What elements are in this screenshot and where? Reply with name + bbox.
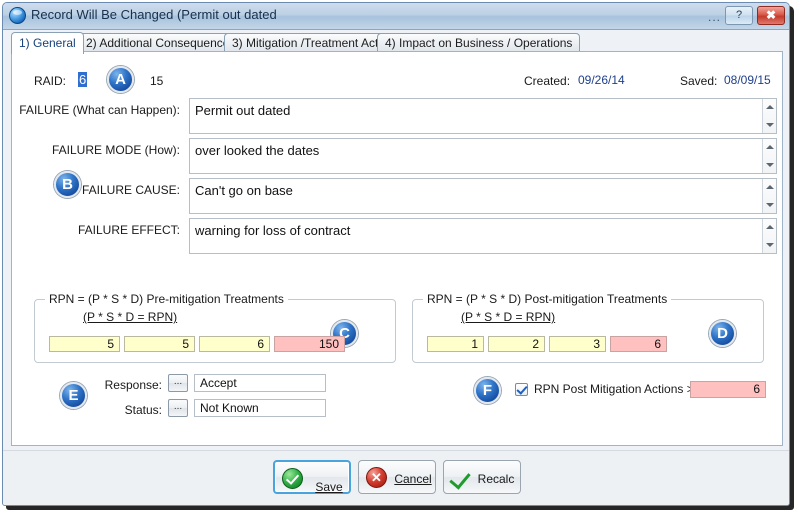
general-tab-panel: RAID: 6 A 15 Created: 09/26/14 Saved: 08…	[11, 51, 783, 446]
failure-value: Permit out dated	[195, 103, 290, 118]
status-input[interactable]: Not Known	[194, 399, 326, 417]
failure-spinner[interactable]	[762, 99, 776, 133]
failure-input[interactable]: Permit out dated	[189, 98, 777, 134]
failure-mode-value: over looked the dates	[195, 143, 319, 158]
pre-mitigation-p-input[interactable]: 5	[49, 336, 120, 352]
recalc-label: Recalc	[474, 472, 518, 486]
created-value: 09/26/14	[578, 73, 625, 87]
created-label: Created:	[524, 74, 570, 88]
checkmark-icon	[449, 467, 470, 489]
status-label: Status:	[72, 403, 162, 417]
rpn-post-mitigation-label: RPN Post Mitigation Actions >>>	[534, 382, 708, 396]
post-mitigation-s-input[interactable]: 2	[488, 336, 545, 352]
post-mitigation-title: RPN = (P * S * D) Post-mitigation Treatm…	[423, 292, 671, 306]
status-browse-button[interactable]: ...	[168, 399, 188, 417]
failure-cause-spinner[interactable]	[762, 179, 776, 213]
save-close-button[interactable]: Save +Close	[273, 460, 351, 494]
raid-input[interactable]: 6	[78, 72, 87, 87]
response-label: Response:	[72, 378, 162, 392]
failure-effect-label: FAILURE EFFECT:	[12, 223, 180, 237]
rpn-post-mitigation-checkbox[interactable]	[515, 383, 528, 396]
save-label-line1: Save	[315, 480, 342, 494]
title-bar: Record Will Be Changed (Permit out dated…	[3, 3, 789, 30]
dialog-window: Record Will Be Changed (Permit out dated…	[2, 2, 790, 506]
pre-mitigation-title: RPN = (P * S * D) Pre-mitigation Treatme…	[45, 292, 288, 306]
pre-mitigation-formula: (P * S * D = RPN)	[83, 310, 177, 324]
tab-mitigation-treatment-action[interactable]: 3) Mitigation /Treatment Action	[224, 33, 402, 53]
failure-mode-spinner[interactable]	[762, 139, 776, 173]
dialog-footer: Save +Close ✕ Cancel Recalc	[3, 450, 789, 505]
failure-mode-label: FAILURE MODE (How):	[12, 143, 180, 157]
tab-impact-on-business-operations[interactable]: 4) Impact on Business / Operations	[377, 33, 580, 53]
failure-mode-input[interactable]: over looked the dates	[189, 138, 777, 174]
recalc-button[interactable]: Recalc	[443, 460, 521, 494]
failure-label: FAILURE (What can Happen):	[12, 103, 180, 117]
failure-cause-input[interactable]: Can't go on base	[189, 178, 777, 214]
saved-label: Saved:	[680, 74, 717, 88]
raid-secondary-value: 15	[150, 74, 163, 88]
cancel-label: Cancel	[391, 472, 435, 486]
failure-effect-spinner[interactable]	[762, 219, 776, 253]
x-circle-icon: ✕	[366, 467, 387, 488]
failure-cause-label: FAILURE CAUSE:	[12, 183, 180, 197]
saved-value: 08/09/15	[724, 73, 771, 87]
cancel-button[interactable]: ✕ Cancel	[358, 460, 436, 494]
window-title: Record Will Be Changed (Permit out dated	[31, 7, 277, 22]
post-mitigation-formula: (P * S * D = RPN)	[461, 310, 555, 324]
failure-cause-value: Can't go on base	[195, 183, 293, 198]
close-button[interactable]: ✖	[757, 6, 785, 25]
post-mitigation-rpn-value: 6	[610, 336, 667, 352]
badge-a: A	[107, 66, 134, 93]
post-mitigation-p-input[interactable]: 1	[427, 336, 484, 352]
help-button[interactable]: ?	[725, 6, 753, 25]
response-browse-button[interactable]: ...	[168, 374, 188, 392]
rpn-post-mitigation-value: 6	[690, 381, 766, 398]
badge-d: D	[709, 320, 736, 347]
failure-effect-value: warning for loss of contract	[195, 223, 350, 238]
failure-effect-input[interactable]: warning for loss of contract	[189, 218, 777, 254]
tab-strip: 1) General 2) Additional Consequences 3)…	[3, 30, 789, 52]
post-mitigation-d-input[interactable]: 3	[549, 336, 606, 352]
check-circle-icon	[282, 468, 303, 489]
tab-general[interactable]: 1) General	[11, 32, 84, 54]
globe-icon	[9, 7, 26, 24]
response-input[interactable]: Accept	[194, 374, 326, 392]
tab-additional-consequences[interactable]: 2) Additional Consequences	[78, 33, 243, 53]
pre-mitigation-group: RPN = (P * S * D) Pre-mitigation Treatme…	[34, 299, 396, 363]
post-mitigation-group: RPN = (P * S * D) Post-mitigation Treatm…	[412, 299, 764, 363]
pre-mitigation-rpn-value: 150	[274, 336, 345, 352]
raid-label: RAID:	[34, 74, 66, 88]
title-overflow-dots[interactable]: ...	[708, 10, 721, 24]
screenshot-root: Record Will Be Changed (Permit out dated…	[0, 0, 804, 517]
pre-mitigation-d-input[interactable]: 6	[199, 336, 270, 352]
pre-mitigation-s-input[interactable]: 5	[124, 336, 195, 352]
badge-f: F	[474, 377, 501, 404]
